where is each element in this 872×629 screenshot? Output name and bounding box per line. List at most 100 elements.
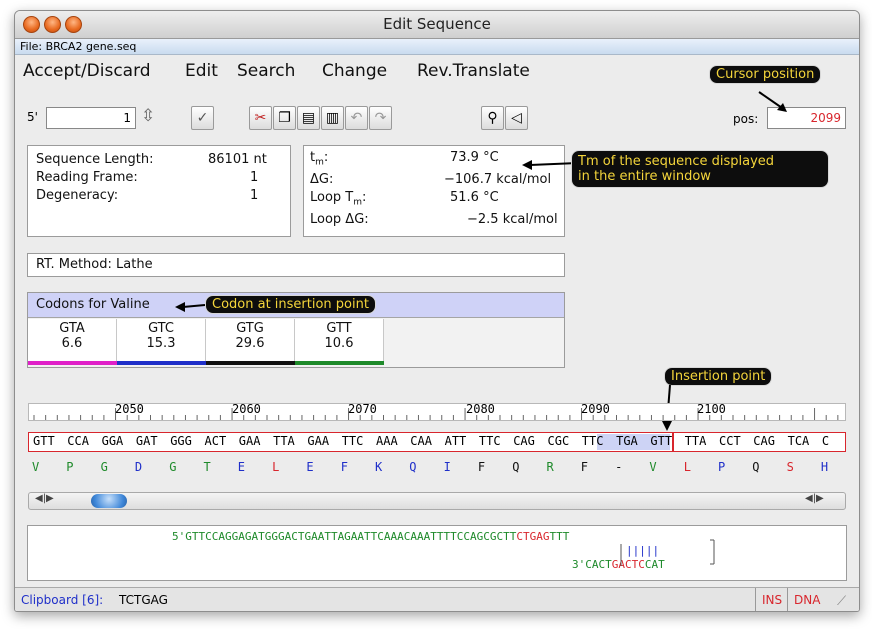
codon-usage: 29.6 (235, 336, 265, 351)
cut-icon[interactable]: ✂ (249, 106, 272, 130)
undo-icon[interactable]: ↶ (345, 106, 368, 130)
amino-acid: G (169, 460, 177, 474)
resize-grip-icon[interactable]: ⟋ (837, 590, 846, 611)
codon-usage: 10.6 (324, 336, 354, 351)
codon-text: C (821, 434, 830, 448)
amino-acid: - (615, 460, 623, 474)
codon-label: GTG (236, 321, 264, 336)
menu-edit[interactable]: Edit (185, 61, 218, 81)
codon-text: GAA (238, 434, 261, 448)
hairpin-loop-lines (620, 539, 715, 566)
rt-method-field: RT. Method: Lathe (27, 253, 565, 277)
codon-callout-arrow-icon (175, 302, 206, 312)
amino-acid: F (580, 460, 589, 474)
codon-text: GTT (33, 434, 55, 448)
edit-sequence-window: Edit Sequence File: BRCA2 gene.seq Accep… (14, 10, 860, 612)
amino-acid: E (237, 460, 246, 474)
scroll-thumb[interactable] (91, 494, 127, 508)
search-icon[interactable]: ⚲ (481, 106, 504, 130)
horizontal-scrollbar[interactable]: ◀|▶ ◀|▶ (28, 492, 846, 510)
codon-text: CCA (67, 434, 89, 448)
toolbar: 5' 1 ⇳ ✓ ✂ ❐ ▤ ▥ ↶ ↷ ⚲ ◁ pos: 2099 (15, 91, 859, 134)
ruler-label: 2060 (232, 402, 261, 416)
ruler-label: 2090 (581, 402, 610, 416)
codon-text: TTC (478, 434, 501, 448)
codon-cell-gtc[interactable]: GTC 15.3 (117, 319, 206, 365)
hairpin-structure-panel: 5'GTTCCAGGAGATGGGACTGAATTAGAATTCAAACAAAT… (27, 525, 847, 581)
scroll-left-icon[interactable]: ◀|▶ (35, 493, 54, 504)
codon-text: GGA (101, 434, 124, 448)
menu-accept-discard[interactable]: Accept/Discard (23, 61, 151, 81)
sequence-stats-panel: Sequence Length: 86101 nt Reading Frame:… (27, 145, 291, 237)
frame-value: 1 (250, 170, 259, 185)
degeneracy-label: Degeneracy: (36, 188, 119, 203)
amino-acid: Q (752, 460, 760, 474)
codon-text: TTA (684, 434, 707, 448)
codon-cell-gtt[interactable]: GTT 10.6 (295, 319, 384, 365)
position-stepper-icon[interactable]: ⇳ (141, 106, 155, 126)
cursor-position-callout: Cursor position (709, 65, 822, 84)
amino-acid: L (683, 460, 691, 474)
amino-acid: S (786, 460, 794, 474)
codons-title: Codons for Valine (36, 297, 150, 312)
dg-value: −106.7 kcal/mol (444, 172, 552, 187)
position-input[interactable]: 1 (46, 107, 136, 129)
codon-text: CCT (719, 434, 741, 448)
tm-callout-line-2: in the entire window (578, 169, 711, 184)
copy-icon[interactable]: ❐ (273, 106, 296, 130)
title-bar: Edit Sequence (15, 11, 859, 39)
dg-label: ΔG: (310, 172, 334, 187)
codon-color-bar (295, 361, 384, 365)
codon-text: TGA (616, 434, 638, 448)
codon-text: GTT (650, 434, 673, 448)
codon-label: GTT (326, 321, 352, 336)
loop-dg-label: Loop ΔG: (310, 212, 369, 227)
amino-acid: E (306, 460, 314, 474)
codon-cell-gta[interactable]: GTA 6.6 (28, 319, 117, 365)
dna-mode-indicator[interactable]: DNA (787, 588, 820, 611)
redo-icon[interactable]: ↷ (369, 106, 392, 130)
amino-acid: F (340, 460, 348, 474)
paste-icon[interactable]: ▤ (297, 106, 320, 130)
ruler-label: 2100 (697, 402, 726, 416)
codon-usage: 15.3 (146, 336, 176, 351)
menu-change[interactable]: Change (322, 61, 387, 81)
codon-text: TTC (581, 434, 604, 448)
codon-text: CAG (513, 434, 535, 448)
codon-text: TTA (273, 434, 295, 448)
insertion-point-callout: Insertion point (664, 367, 773, 386)
menu-rev-translate[interactable]: Rev.Translate (417, 61, 530, 81)
tm-label: tm: (310, 150, 329, 168)
speaker-icon[interactable]: ◁ (505, 106, 528, 130)
window-title: Edit Sequence (383, 15, 491, 33)
amino-acid: P (66, 460, 74, 474)
insert-mode-indicator[interactable]: INS (755, 588, 782, 611)
codon-text: TTC (341, 434, 364, 448)
amino-acid: T (203, 460, 211, 474)
ruler-label: 2050 (115, 402, 144, 416)
codon-cell-gtg[interactable]: GTG 29.6 (206, 319, 295, 365)
codon-callout: Codon at insertion point (205, 295, 376, 314)
codon-text: GAT (135, 434, 158, 448)
loop-tm-label: Loop Tm: (310, 190, 367, 208)
insertion-cursor (672, 433, 674, 451)
amino-acid: P (718, 460, 726, 474)
tm-callout-line-1: Tm of the sequence displayed (578, 154, 775, 169)
end-label: 5' (27, 110, 38, 124)
codon-text: CGC (547, 434, 570, 448)
sequence-ruler: 2050 2060 2070 2080 2090 2100 (28, 402, 846, 421)
trash-icon[interactable]: ▥ (321, 106, 344, 130)
codon-label: GTA (59, 321, 85, 336)
amino-acid: V (32, 460, 40, 474)
clipboard-label: Clipboard [6]: (21, 593, 104, 607)
amino-acid: K (375, 460, 383, 474)
codon-color-bar (28, 361, 117, 365)
dna-sequence-line[interactable]: GTT CCA GGA GAT GGG ACT GAA TTA GAA TTC AAA CAA ATT T… (28, 432, 846, 452)
scroll-right-icon[interactable]: ◀|▶ (805, 493, 824, 504)
status-bar: Clipboard [6]: TCTGAG INS DNA ⟋ (15, 587, 859, 611)
loop-dg-value: −2.5 kcal/mol (467, 212, 558, 227)
amino-acid: H (820, 460, 829, 474)
codon-label: GTC (148, 321, 174, 336)
menu-search[interactable]: Search (237, 61, 295, 81)
check-icon[interactable]: ✓ (191, 106, 214, 130)
